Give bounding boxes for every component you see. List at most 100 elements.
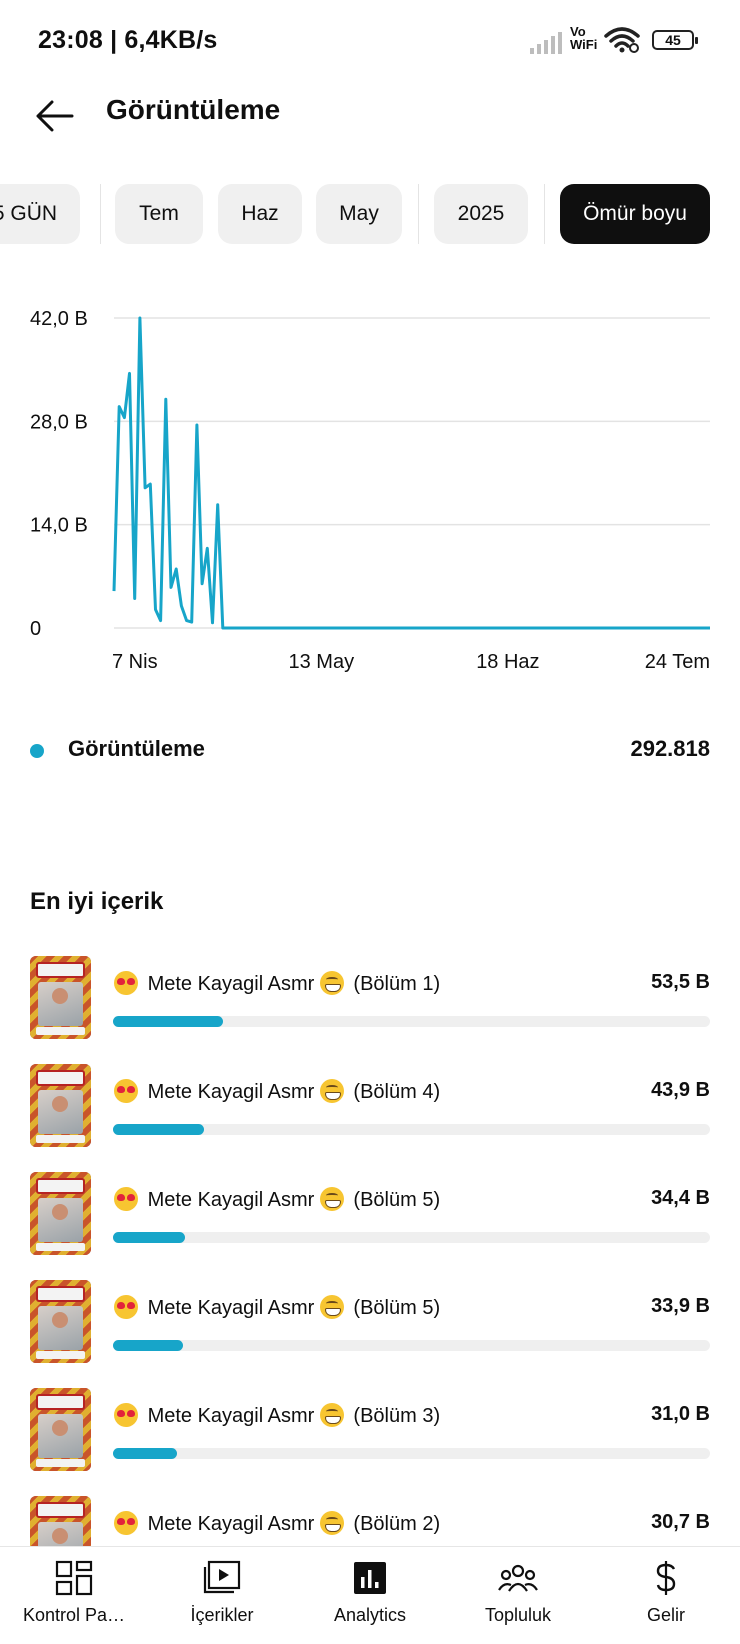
nav-topluluk[interactable]: Topluluk [444, 1547, 592, 1644]
content-views: 33,9 B [651, 1295, 710, 1317]
content-title-text: Mete Kayagil Asmr [147, 1297, 315, 1319]
legend-dot [30, 744, 44, 758]
views-series-line [112, 316, 710, 630]
y-tick-label: 0 [30, 618, 41, 640]
content-title: Mete Kayagil Asmr (Bölüm 2) [114, 1511, 440, 1536]
content-views: 31,0 B [651, 1403, 710, 1425]
video-thumbnail [30, 1496, 91, 1546]
status-time-speed: 23:08 | 6,4KB/s [38, 26, 218, 54]
vowifi-bottom: WiFi [570, 37, 598, 52]
views-bar-track [113, 1448, 710, 1459]
x-tick-label: 24 Tem [645, 651, 710, 673]
nav-gelir[interactable]: Gelir [592, 1547, 740, 1644]
content-title: Mete Kayagil Asmr (Bölüm 5) [114, 1187, 440, 1212]
nav-kontrol-paneli[interactable]: Kontrol Pa… [0, 1547, 148, 1644]
grinning-emoji-icon [319, 971, 344, 995]
content-item[interactable]: Mete Kayagil Asmr (Bölüm 4) 43,9 B [0, 1064, 740, 1154]
chip-haz[interactable]: Haz [218, 184, 302, 244]
back-arrow-icon[interactable] [30, 92, 78, 140]
video-thumbnail [30, 1388, 91, 1471]
views-bar-fill [113, 1016, 224, 1027]
content-title-text: Mete Kayagil Asmr [147, 1405, 315, 1427]
content-title-text: Mete Kayagil Asmr [147, 1189, 315, 1211]
x-tick-label: 7 Nis [112, 651, 158, 673]
grinning-emoji-icon [319, 1403, 344, 1427]
nav-icerikler[interactable]: İçerikler [148, 1547, 296, 1644]
content-views: 43,9 B [651, 1079, 710, 1101]
content-item[interactable]: Mete Kayagil Asmr (Bölüm 3) 31,0 B [0, 1388, 740, 1478]
y-tick-label: 28,0 B [30, 411, 88, 433]
content-icon [203, 1560, 241, 1594]
video-thumbnail [30, 1064, 91, 1147]
video-thumbnail [30, 956, 91, 1039]
nav-label: Kontrol Pa… [22, 1605, 126, 1625]
vowifi-indicator: Vo WiFi [570, 25, 597, 51]
y-tick-label: 42,0 B [30, 308, 88, 330]
views-bar-fill [113, 1340, 184, 1351]
content-item[interactable]: Mete Kayagil Asmr (Bölüm 5) 34,4 B [0, 1172, 740, 1262]
content-item[interactable]: Mete Kayagil Asmr (Bölüm 5) 33,9 B [0, 1280, 740, 1370]
views-bar-fill [113, 1232, 185, 1243]
legend-label: Görüntüleme [68, 736, 205, 761]
heart-eyes-emoji-icon [114, 1079, 138, 1103]
heart-eyes-emoji-icon [114, 971, 138, 995]
chip-divider [100, 184, 101, 244]
content-views: 30,7 B [651, 1511, 710, 1533]
content-title: Mete Kayagil Asmr (Bölüm 4) [114, 1079, 440, 1104]
views-summary: Görüntüleme 292.818 [30, 730, 710, 770]
content-episode: (Bölüm 5) [353, 1297, 441, 1319]
nav-analytics[interactable]: Analytics [296, 1547, 444, 1644]
content-title: Mete Kayagil Asmr (Bölüm 5) [114, 1295, 440, 1320]
grinning-emoji-icon [319, 1511, 344, 1535]
chip-5-gun[interactable]: 5 GÜN [0, 184, 80, 244]
wifi-icon [604, 27, 640, 53]
nav-label: Gelir [646, 1605, 685, 1625]
heart-eyes-emoji-icon [114, 1403, 138, 1427]
views-chart: 42,0 B 28,0 B 14,0 B 0 7 Nis 13 May 18 Haz 24 T… [0, 290, 740, 680]
dashboard-icon [55, 1560, 93, 1596]
content-title: Mete Kayagil Asmr (Bölüm 1) [114, 971, 440, 996]
analytics-icon [354, 1562, 386, 1594]
signal-icon [530, 32, 562, 54]
chip-may[interactable]: May [316, 184, 402, 244]
nav-label: Analytics [333, 1605, 407, 1625]
content-title: Mete Kayagil Asmr (Bölüm 3) [114, 1403, 440, 1428]
chip-divider [544, 184, 545, 244]
views-bar-track [113, 1124, 710, 1135]
total-views-value: 292.818 [630, 736, 710, 761]
heart-eyes-emoji-icon [114, 1511, 138, 1535]
grinning-emoji-icon [319, 1079, 344, 1103]
chip-tem[interactable]: Tem [115, 184, 203, 244]
content-item[interactable]: Mete Kayagil Asmr (Bölüm 1) 53,5 B [0, 956, 740, 1046]
content-title-text: Mete Kayagil Asmr [147, 1513, 315, 1535]
y-tick-label: 14,0 B [30, 515, 88, 537]
page-title: Görüntüleme [106, 94, 281, 125]
x-tick-label: 18 Haz [476, 651, 539, 673]
date-filter-chips: 5 GÜN Tem Haz May 2025 Ömür boyu [0, 184, 740, 246]
chip-omur-boyu[interactable]: Ömür boyu [560, 184, 710, 244]
heart-eyes-emoji-icon [114, 1187, 138, 1211]
dollar-icon [656, 1561, 676, 1595]
content-episode: (Bölüm 3) [353, 1405, 441, 1427]
chip-divider [418, 184, 419, 244]
content-episode: (Bölüm 1) [353, 973, 441, 995]
header: Görüntüleme [0, 84, 740, 164]
community-icon [498, 1564, 538, 1592]
bottom-nav: Kontrol Pa… İçerikler Analytics Topluluk [0, 1546, 740, 1644]
video-thumbnail [30, 1280, 91, 1363]
content-item[interactable]: Mete Kayagil Asmr (Bölüm 2) 30,7 B [0, 1496, 740, 1546]
status-bar: 23:08 | 6,4KB/s Vo WiFi 45 [0, 0, 740, 84]
content-episode: (Bölüm 2) [353, 1513, 441, 1535]
views-bar-fill [113, 1448, 178, 1459]
chip-2025[interactable]: 2025 [434, 184, 528, 244]
content-views: 34,4 B [651, 1187, 710, 1209]
views-bar-track [113, 1340, 710, 1351]
nav-label: Topluluk [484, 1605, 552, 1625]
views-bar-track [113, 1232, 710, 1243]
x-tick-label: 13 May [289, 651, 355, 673]
heart-eyes-emoji-icon [114, 1295, 138, 1319]
views-bar-fill [113, 1124, 204, 1135]
content-views: 53,5 B [651, 971, 710, 993]
content-title-text: Mete Kayagil Asmr [147, 973, 315, 995]
nav-label: İçerikler [190, 1605, 254, 1625]
